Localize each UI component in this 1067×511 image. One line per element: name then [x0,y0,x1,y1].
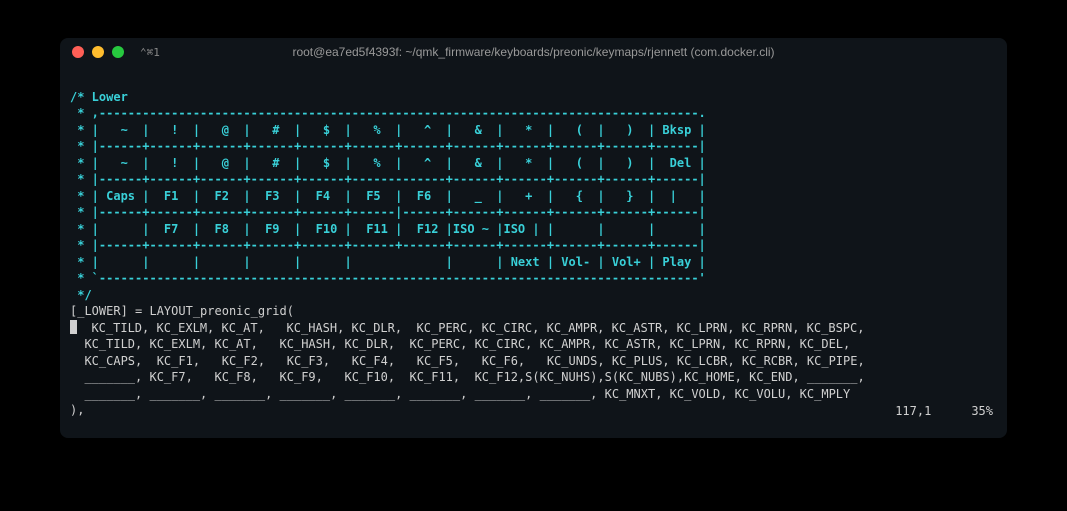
cursor-position: 117,1 [895,404,931,418]
comment-line: * | | | | | | | | Next | Vol- | Vol+ | P… [70,255,706,269]
scroll-percent: 35% [971,404,993,418]
comment-line: */ [70,288,92,302]
maximize-icon[interactable] [112,46,124,58]
comment-line: * |------+------+------+------+------+--… [70,205,706,219]
code-line: _______, _______, _______, _______, ____… [70,387,850,401]
cursor [70,320,77,334]
vim-statusbar: 117,1 35% [812,387,993,437]
comment-line: * `-------------------------------------… [70,271,706,285]
code-line: _______, KC_F7, KC_F8, KC_F9, KC_F10, KC… [70,370,865,384]
comment-line: * ,-------------------------------------… [70,106,706,120]
titlebar-title: root@ea7ed5f4393f: ~/qmk_firmware/keyboa… [60,45,1007,59]
comment-line: * | Caps | F1 | F2 | F3 | F4 | F5 | F6 |… [70,189,706,203]
comment-line: * |------+------+------+------+------+--… [70,238,706,252]
code-line: ), [70,403,84,417]
code-line: [_LOWER] = LAYOUT_preonic_grid( [70,304,294,318]
terminal-content[interactable]: /* Lower * ,----------------------------… [60,66,1007,438]
comment-line: * | | F7 | F8 | F9 | F10 | F11 | F12 |IS… [70,222,706,236]
comment-line: * |------+------+------+------+------+--… [70,139,706,153]
terminal-window: ⌃⌘1 root@ea7ed5f4393f: ~/qmk_firmware/ke… [60,38,1007,438]
close-icon[interactable] [72,46,84,58]
comment-line: * | ~ | ! | @ | # | $ | % | ^ | & | * | … [70,156,706,170]
comment-line: * | ~ | ! | @ | # | $ | % | ^ | & | * | … [70,123,706,137]
titlebar: ⌃⌘1 root@ea7ed5f4393f: ~/qmk_firmware/ke… [60,38,1007,66]
code-line: KC_TILD, KC_EXLM, KC_AT, KC_HASH, KC_DLR… [77,321,864,335]
minimize-icon[interactable] [92,46,104,58]
code-line: KC_CAPS, KC_F1, KC_F2, KC_F3, KC_F4, KC_… [70,354,865,368]
code-line: KC_TILD, KC_EXLM, KC_AT, KC_HASH, KC_DLR… [70,337,850,351]
traffic-lights [72,46,124,58]
comment-line: * |------+------+------+------+------+--… [70,172,706,186]
titlebar-shortcut: ⌃⌘1 [140,46,160,59]
comment-line: /* Lower [70,90,128,104]
